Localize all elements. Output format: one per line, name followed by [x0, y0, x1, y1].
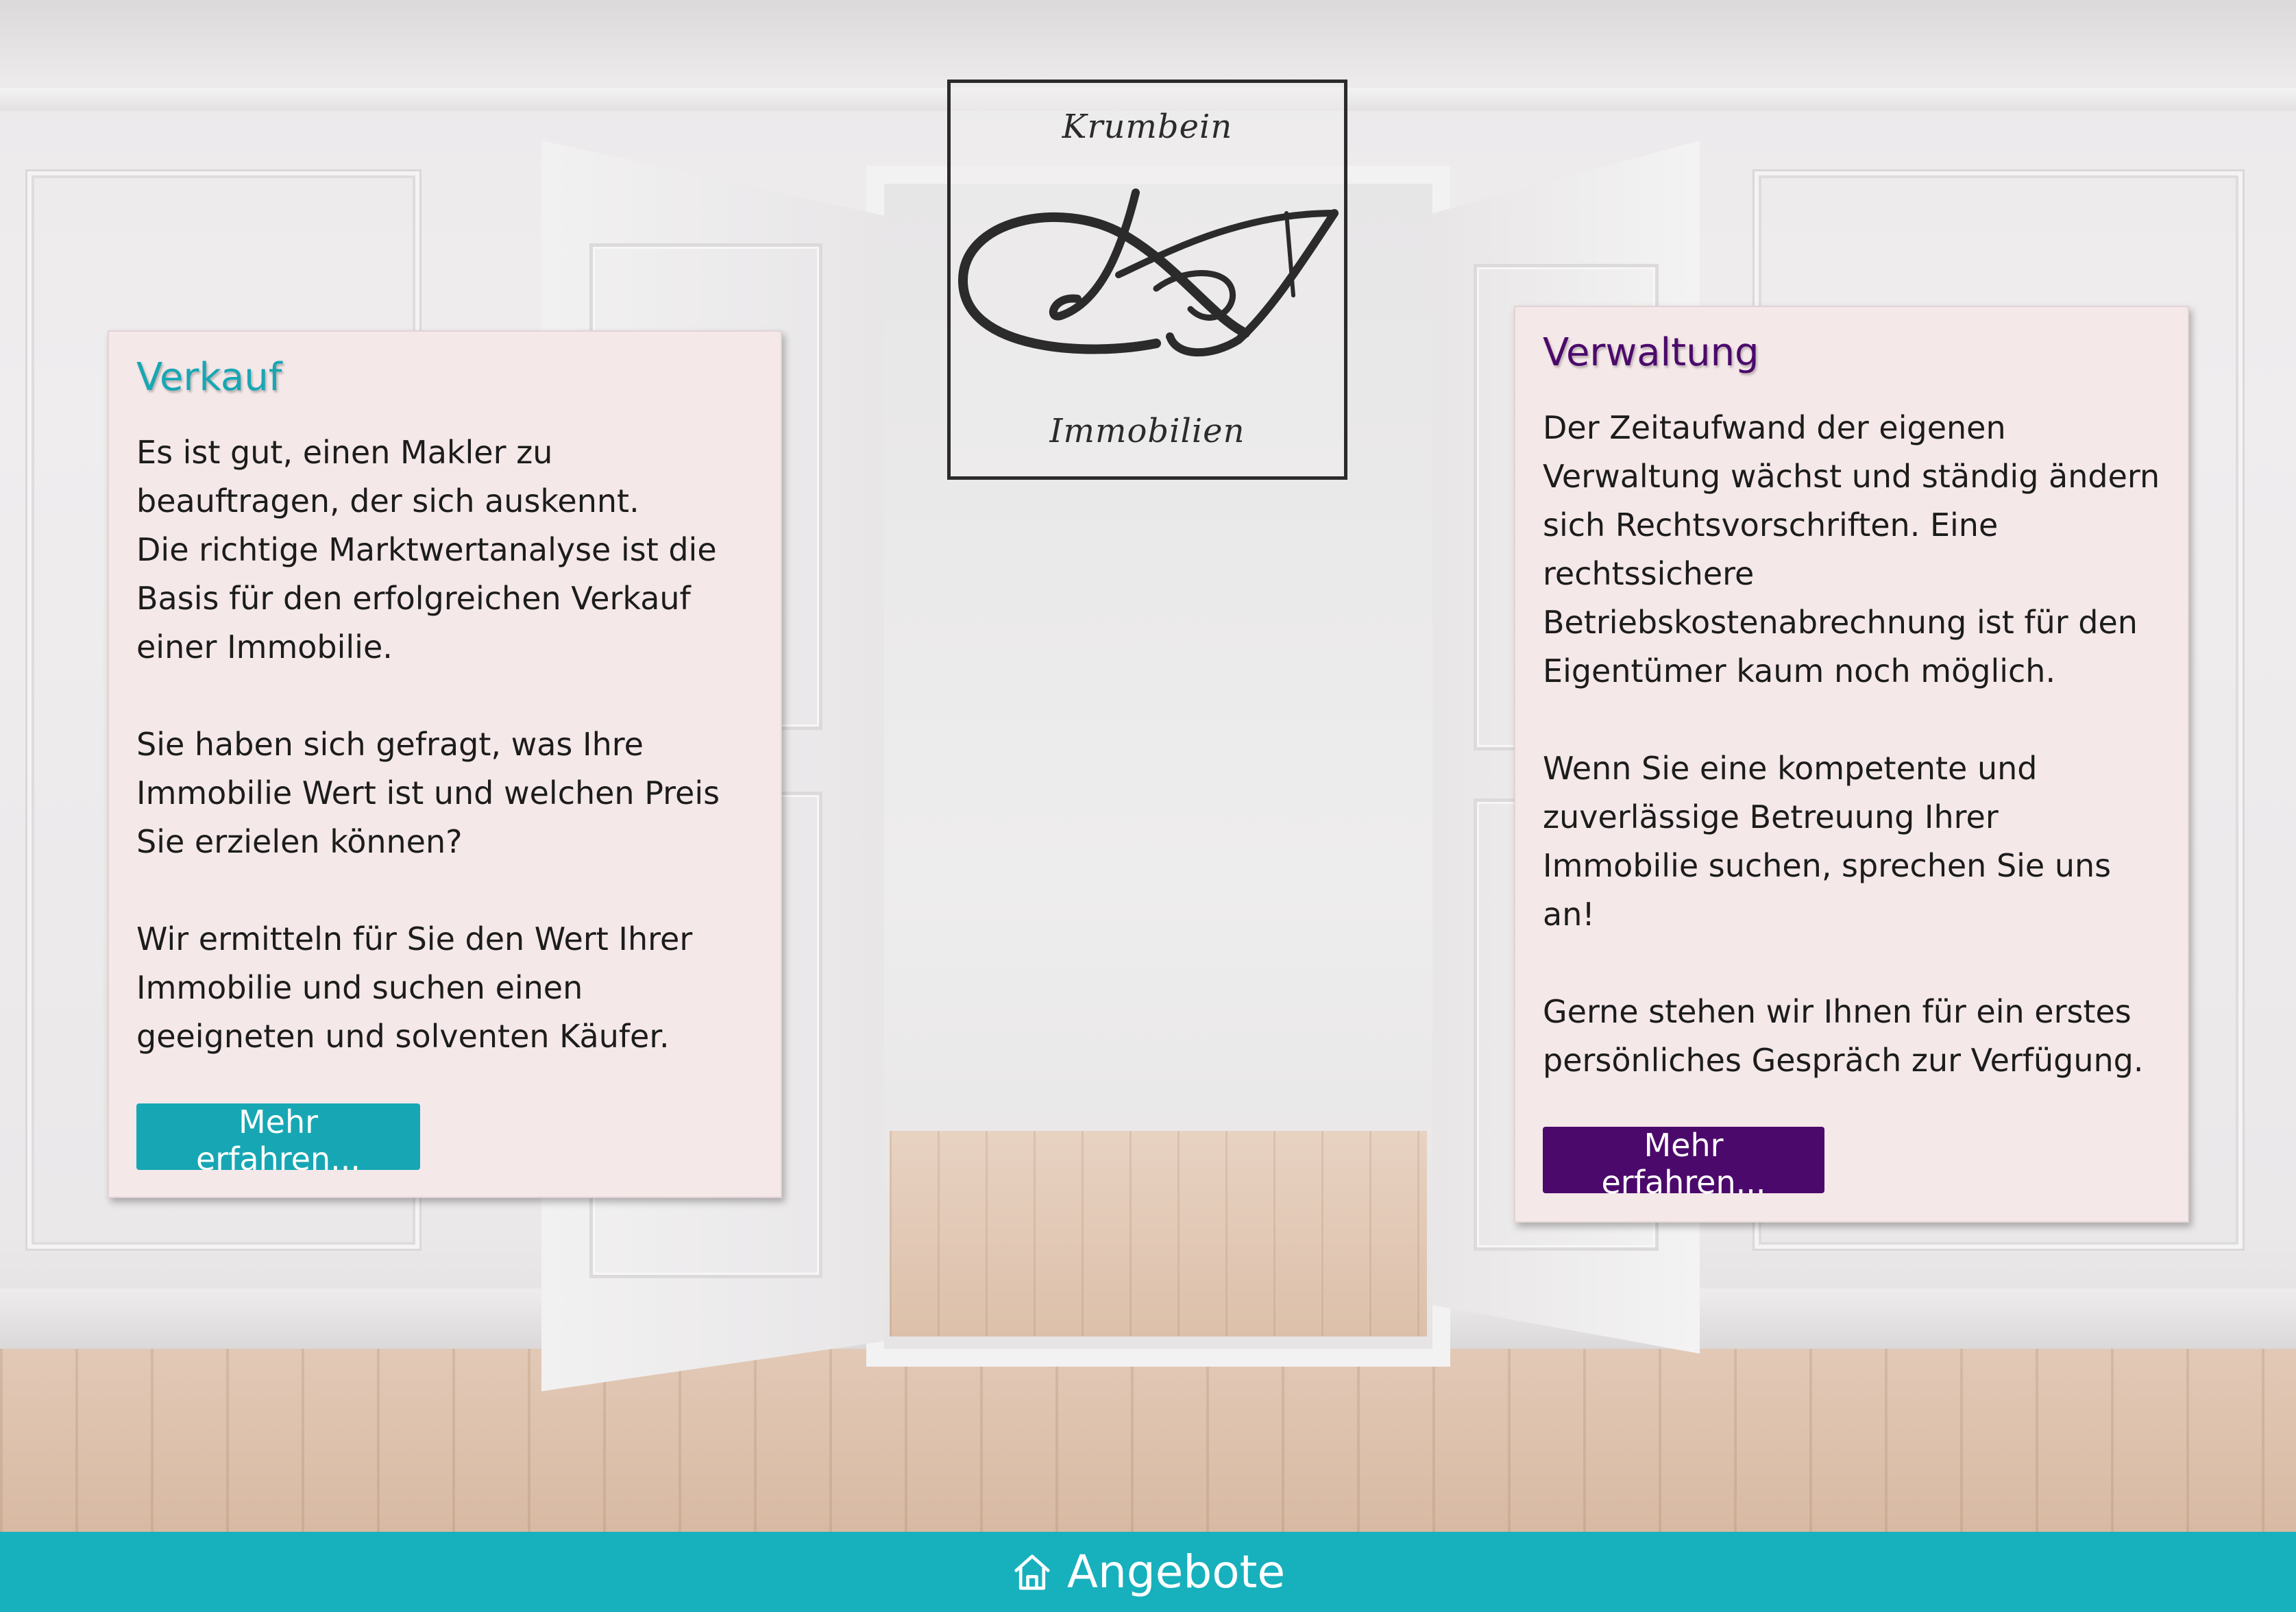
verkauf-paragraph-1: Es ist gut, einen Makler zu beauftragen,… — [136, 434, 717, 665]
verwaltung-paragraph-2: Wenn Sie eine kompetente und zuverlässig… — [1543, 750, 2112, 933]
verwaltung-paragraph-1: Der Zeitaufwand der eigenen Verwaltung w… — [1543, 409, 2160, 689]
inner-room-floor — [890, 1131, 1427, 1336]
logo-bottom-text: Immobilien — [1049, 412, 1245, 450]
verkauf-paragraph-2: Sie haben sich gefragt, was Ihre Immobil… — [136, 726, 720, 860]
verwaltung-title: Verwaltung — [1543, 330, 1759, 375]
home-icon — [1014, 1554, 1050, 1590]
verkauf-title: Verkauf — [136, 355, 282, 400]
verkauf-paragraph-3: Wir ermitteln für Sie den Wert Ihrer Imm… — [136, 920, 693, 1055]
angebote-bar-button[interactable]: Angebote — [0, 1532, 2296, 1612]
verwaltung-paragraph-3: Gerne stehen wir Ihnen für ein erstes pe… — [1543, 993, 2144, 1079]
verkauf-more-button[interactable]: Mehr erfahren... — [136, 1103, 420, 1177]
angebote-label: Angebote — [1066, 1546, 1286, 1598]
logo-monogram-icon — [957, 188, 1339, 357]
wooden-floor — [0, 1349, 2296, 1532]
verkauf-card: Verkauf Es ist gut, einen Makler zu beau… — [108, 330, 782, 1198]
company-logo: Krumbein Immobilien — [947, 80, 1347, 480]
verwaltung-card: Verwaltung Der Zeitaufwand der eigenen V… — [1514, 306, 2189, 1223]
logo-top-text: Krumbein — [1062, 108, 1233, 146]
verwaltung-more-button[interactable]: Mehr erfahren... — [1543, 1127, 1824, 1201]
